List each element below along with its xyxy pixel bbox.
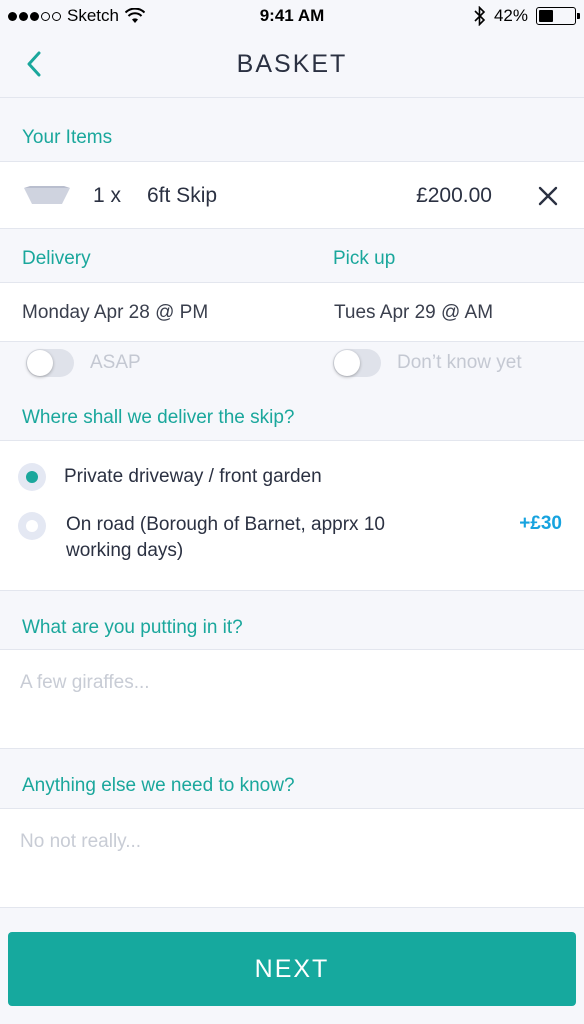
- dont-know-toggle[interactable]: [333, 349, 381, 377]
- radio-private-driveway[interactable]: [18, 463, 46, 491]
- asap-label: ASAP: [90, 352, 141, 373]
- status-bar: Sketch 9:41 AM 42%: [0, 0, 584, 32]
- option-on-road-line1: On road (Borough of Barnet, apprx 10: [66, 514, 385, 535]
- option-on-road-label: On road (Borough of Barnet, apprx 10 wor…: [66, 512, 385, 564]
- delivery-date-field[interactable]: Monday Apr 28 @ PM: [22, 302, 208, 324]
- item-name: 6ft Skip: [147, 184, 218, 207]
- on-road-extra-price: +£30: [519, 513, 562, 534]
- bluetooth-icon: [474, 6, 486, 26]
- nav-bar: BASKET: [0, 32, 584, 98]
- contents-field-card: [0, 649, 584, 749]
- your-items-label: Your Items: [22, 127, 113, 148]
- remove-item-button[interactable]: [536, 184, 560, 208]
- next-button[interactable]: NEXT: [8, 932, 576, 1006]
- page-title: BASKET: [236, 50, 348, 78]
- item-quantity: 1 x: [93, 184, 122, 207]
- pickup-date-field[interactable]: Tues Apr 29 @ AM: [334, 302, 493, 324]
- item-price: £200.00: [416, 184, 492, 207]
- battery-percent: 42%: [493, 6, 528, 25]
- battery-icon: [536, 7, 580, 25]
- skip-icon: [24, 186, 70, 204]
- notes-field-card: [0, 808, 584, 908]
- contents-input[interactable]: [0, 650, 584, 748]
- notes-question: Anything else we need to know?: [22, 775, 295, 796]
- dont-know-label: Don’t know yet: [397, 352, 522, 373]
- date-row: Monday Apr 28 @ PM Tues Apr 29 @ AM: [0, 282, 584, 342]
- status-right: 42%: [474, 6, 580, 26]
- asap-toggle[interactable]: [26, 349, 74, 377]
- pickup-label: Pick up: [333, 248, 396, 269]
- delivery-label: Delivery: [22, 248, 91, 269]
- close-icon: [538, 186, 558, 206]
- basket-item: 1 x 6ft Skip £200.00: [0, 161, 584, 229]
- contents-question: What are you putting in it?: [22, 617, 243, 638]
- delivery-location-options: Private driveway / front garden On road …: [0, 440, 584, 591]
- asap-toggle-row: ASAP: [26, 346, 141, 380]
- delivery-location-question: Where shall we deliver the skip?: [22, 407, 295, 428]
- dont-know-toggle-row: Don’t know yet: [333, 346, 522, 380]
- notes-input[interactable]: [0, 809, 584, 907]
- option-on-road-line2: working days): [66, 540, 184, 561]
- radio-on-road[interactable]: [18, 512, 46, 540]
- option-private-driveway-label: Private driveway / front garden: [64, 466, 322, 487]
